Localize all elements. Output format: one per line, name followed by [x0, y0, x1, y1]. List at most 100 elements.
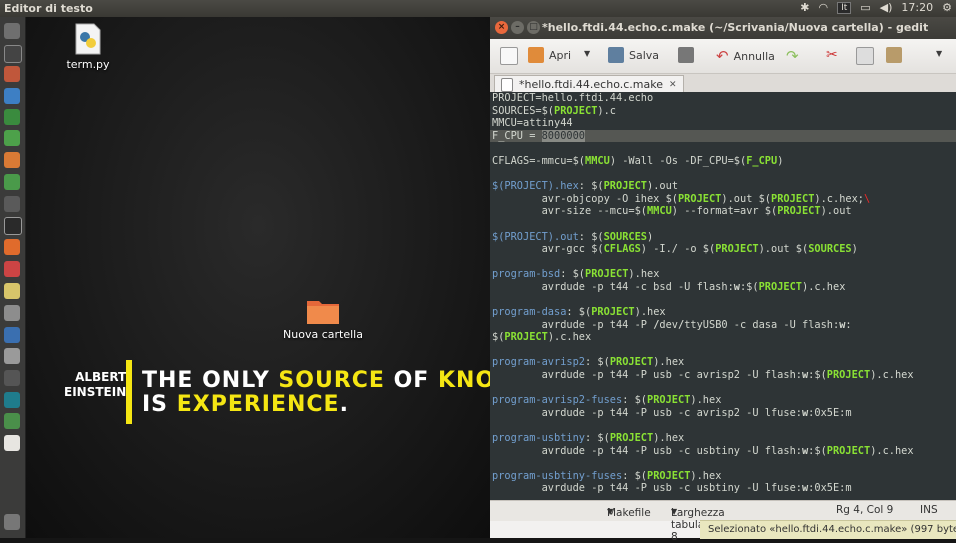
- code-line: F_CPU = 8000000: [490, 129, 956, 143]
- impress-icon[interactable]: [4, 152, 20, 168]
- drive-icon[interactable]: [4, 348, 20, 364]
- open-folder-icon: [528, 47, 544, 63]
- print-button[interactable]: [678, 47, 694, 63]
- code-line: SOURCES=$(PROJECT).c: [492, 104, 617, 117]
- quote-line-1: THE ONLY SOURCE OF KNOW: [142, 368, 490, 393]
- settings-gear-icon[interactable]: ⚙: [942, 1, 952, 14]
- code-line: avrdude -p t44 -P /dev/ttyUSB0 -c dasa -…: [492, 318, 852, 331]
- window-titlebar[interactable]: × – □ *hello.ftdi.44.echo.c.make (~/Scri…: [490, 17, 956, 39]
- quote-bar: [126, 360, 132, 424]
- code-line: $(PROJECT).c.hex: [492, 331, 592, 344]
- window-title: *hello.ftdi.44.echo.c.make (~/Scrivania/…: [542, 21, 929, 34]
- copy-button[interactable]: [856, 47, 874, 65]
- tools-icon[interactable]: [4, 261, 20, 277]
- code-line: program-avrisp2: $(PROJECT).hex: [492, 356, 685, 369]
- python-file-icon: [75, 23, 101, 55]
- wallpaper-quote: ALBERT EINSTEIN THE ONLY SOURCE OF KNOW …: [56, 360, 490, 424]
- code-line: program-usbtiny-fuses: $(PROJECT).hex: [492, 469, 722, 482]
- quote-line-2: IS EXPERIENCE.: [142, 392, 349, 417]
- desktop-icon-term-py[interactable]: term.py: [62, 23, 114, 71]
- camera-icon[interactable]: [4, 305, 20, 321]
- recent-dropdown[interactable]: ▼: [584, 49, 590, 58]
- cut-button[interactable]: ✂: [826, 47, 838, 63]
- terminal-icon[interactable]: [4, 45, 22, 63]
- code-line: PROJECT=hello.ftdi.44.echo: [492, 92, 654, 104]
- desktop-icon-label: Nuova cartella: [283, 328, 363, 341]
- spreadsheet-icon[interactable]: [4, 109, 20, 125]
- gedit-window: × – □ *hello.ftdi.44.echo.c.make (~/Scri…: [490, 17, 956, 543]
- undo-button[interactable]: ↶ Annulla: [716, 47, 775, 65]
- clock[interactable]: 17:20: [901, 1, 933, 14]
- minimize-icon[interactable]: –: [511, 21, 524, 34]
- inkscape-icon[interactable]: [4, 217, 22, 235]
- dropbox-icon[interactable]: ✱: [800, 1, 809, 14]
- archive-icon[interactable]: [4, 283, 20, 299]
- undo-icon: ↶: [716, 47, 729, 65]
- save-button[interactable]: Salva: [608, 47, 659, 63]
- code-line: program-bsd: $(PROJECT).hex: [492, 268, 660, 281]
- chevron-down-icon: ▼: [584, 49, 591, 58]
- system-monitor-icon[interactable]: [4, 196, 20, 212]
- code-line: avrdude -p t44 -P usb -c usbtiny -U flas…: [492, 444, 914, 457]
- calc-icon[interactable]: [4, 130, 20, 146]
- tab-bar: *hello.ftdi.44.echo.c.make ✕: [490, 74, 956, 94]
- desktop-icon-nuova-cartella[interactable]: Nuova cartella: [278, 297, 368, 341]
- redo-button[interactable]: ↷: [786, 47, 799, 65]
- browser-icon[interactable]: [4, 88, 20, 104]
- dash-home-icon[interactable]: [4, 23, 20, 39]
- toolbar-overflow[interactable]: ▼: [936, 49, 942, 58]
- paste-icon: [886, 47, 902, 63]
- update-icon[interactable]: [4, 327, 20, 343]
- code-line: avr-gcc $(CFLAGS) -I./ -o $(PROJECT).out…: [492, 243, 858, 256]
- keyboard-layout-badge[interactable]: It: [837, 1, 852, 14]
- document-icon: [501, 77, 513, 92]
- redo-icon: ↷: [786, 47, 799, 65]
- new-button[interactable]: [500, 47, 518, 65]
- app-icon[interactable]: [4, 174, 20, 190]
- save-icon: [608, 47, 624, 63]
- wifi-icon[interactable]: ◠: [818, 1, 828, 14]
- tab-label: *hello.ftdi.44.echo.c.make: [519, 78, 663, 91]
- trash-icon[interactable]: [4, 514, 20, 530]
- cursor-position: Rg 4, Col 9: [836, 504, 894, 516]
- copy-icon: [856, 47, 874, 65]
- document-tab[interactable]: *hello.ftdi.44.echo.c.make ✕: [494, 75, 684, 93]
- quote-author: ALBERT EINSTEIN: [64, 370, 126, 400]
- close-icon[interactable]: ×: [495, 21, 508, 34]
- code-line: program-dasa: $(PROJECT).hex: [492, 306, 666, 319]
- volume-icon[interactable]: ◀): [880, 1, 893, 14]
- scissors-icon: ✂: [826, 47, 838, 63]
- files-icon[interactable]: [4, 66, 20, 82]
- app-title: Editor di testo: [4, 2, 93, 15]
- code-line: avrdude -p t44 -P usb -c usbtiny -U lfus…: [492, 482, 852, 495]
- selection-notification: Selezionato «hello.ftdi.44.echo.c.make» …: [700, 520, 956, 539]
- close-tab-icon[interactable]: ✕: [669, 80, 677, 90]
- battery-icon[interactable]: ▭: [860, 1, 870, 14]
- open-button[interactable]: Apri: [528, 47, 571, 63]
- hardware-icon[interactable]: [4, 413, 20, 429]
- text-editor[interactable]: PROJECT=hello.ftdi.44.echo SOURCES=$(PRO…: [490, 92, 956, 500]
- gedit-icon[interactable]: [4, 435, 20, 451]
- software-center-icon[interactable]: [4, 239, 20, 255]
- desktop: term.py Nuova cartella ALBERT EINSTEIN T…: [26, 17, 490, 538]
- maximize-icon[interactable]: □: [527, 21, 540, 34]
- new-document-icon: [500, 47, 518, 65]
- pen-icon[interactable]: [4, 370, 20, 386]
- paste-button[interactable]: [886, 47, 902, 63]
- code-line: CFLAGS=-mmcu=$(MMCU) -Wall -Os -DF_CPU=$…: [492, 154, 784, 167]
- code-line: MMCU=attiny44: [492, 117, 573, 130]
- language-label: Makefile: [607, 507, 651, 519]
- undo-label: Annulla: [733, 49, 775, 63]
- code-line: avr-size --mcu=$(MMCU) --format=avr $(PR…: [492, 205, 852, 218]
- folder-icon: [307, 301, 339, 324]
- author-last-name: EINSTEIN: [64, 385, 127, 399]
- code-line: $(PROJECT).hex: $(PROJECT).out: [492, 180, 679, 193]
- desktop-icon-label: term.py: [66, 58, 110, 71]
- chevron-down-icon: ▼: [607, 507, 614, 516]
- arduino-icon[interactable]: [4, 392, 20, 408]
